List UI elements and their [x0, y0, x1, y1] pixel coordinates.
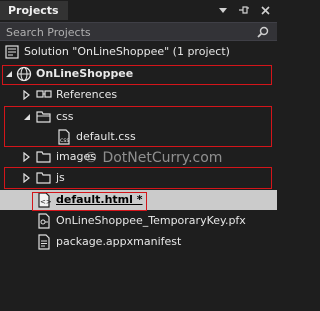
manifest-label: package.appxmanifest — [56, 235, 182, 248]
svg-text:<>: <> — [40, 198, 52, 206]
tree-item-default-css[interactable]: css default.css — [0, 127, 277, 147]
css-file-icon: css — [56, 129, 72, 145]
expanded-arrow-icon[interactable] — [22, 112, 32, 122]
tree-item-js-folder[interactable]: js — [0, 168, 277, 188]
folder-icon — [36, 149, 52, 165]
close-icon[interactable] — [259, 4, 271, 16]
default-html-label: default.html * — [56, 193, 143, 206]
temporary-key-label: OnLineShoppee_TemporaryKey.pfx — [56, 214, 246, 227]
references-icon — [36, 87, 52, 103]
tree-item-project[interactable]: OnLineShoppee — [0, 64, 277, 84]
solution-icon — [4, 44, 20, 60]
globe-icon — [16, 66, 32, 82]
dropdown-icon[interactable] — [217, 4, 229, 16]
collapsed-arrow-icon[interactable] — [22, 90, 32, 100]
project-label: OnLineShoppee — [36, 67, 134, 80]
search-icon[interactable] — [257, 26, 269, 38]
js-folder-label: js — [56, 171, 65, 184]
tree-item-manifest[interactable]: package.appxmanifest — [0, 232, 277, 252]
search-input[interactable] — [6, 25, 246, 39]
folder-icon — [36, 170, 52, 186]
panel-title-bar: Projects — [0, 0, 277, 20]
tree-item-default-html[interactable]: <> default.html * — [0, 190, 277, 210]
manifest-file-icon — [36, 234, 52, 250]
project-tree: Solution "OnLineShoppee" (1 project) OnL… — [0, 41, 277, 311]
solution-label: Solution "OnLineShoppee" (1 project) — [24, 45, 230, 58]
panel-title[interactable]: Projects — [0, 1, 68, 20]
key-file-icon — [36, 213, 52, 229]
collapsed-arrow-icon[interactable] — [22, 173, 32, 183]
tree-item-solution[interactable]: Solution "OnLineShoppee" (1 project) — [0, 42, 277, 62]
pin-icon[interactable] — [238, 4, 250, 16]
default-css-label: default.css — [76, 130, 136, 143]
css-folder-label: css — [56, 110, 74, 123]
tree-item-images-folder[interactable]: images — [0, 147, 277, 167]
collapsed-arrow-icon[interactable] — [22, 152, 32, 162]
tree-item-css-folder[interactable]: css — [0, 107, 277, 127]
references-label: References — [56, 88, 118, 101]
svg-text:css: css — [60, 137, 70, 144]
tree-item-temporary-key[interactable]: OnLineShoppee_TemporaryKey.pfx — [0, 211, 277, 231]
html-file-icon: <> — [36, 192, 52, 208]
expanded-arrow-icon[interactable] — [4, 69, 14, 79]
images-folder-label: images — [56, 150, 96, 163]
folder-open-icon — [36, 109, 52, 125]
tree-item-references[interactable]: References — [0, 85, 277, 105]
search-bar — [0, 22, 277, 41]
